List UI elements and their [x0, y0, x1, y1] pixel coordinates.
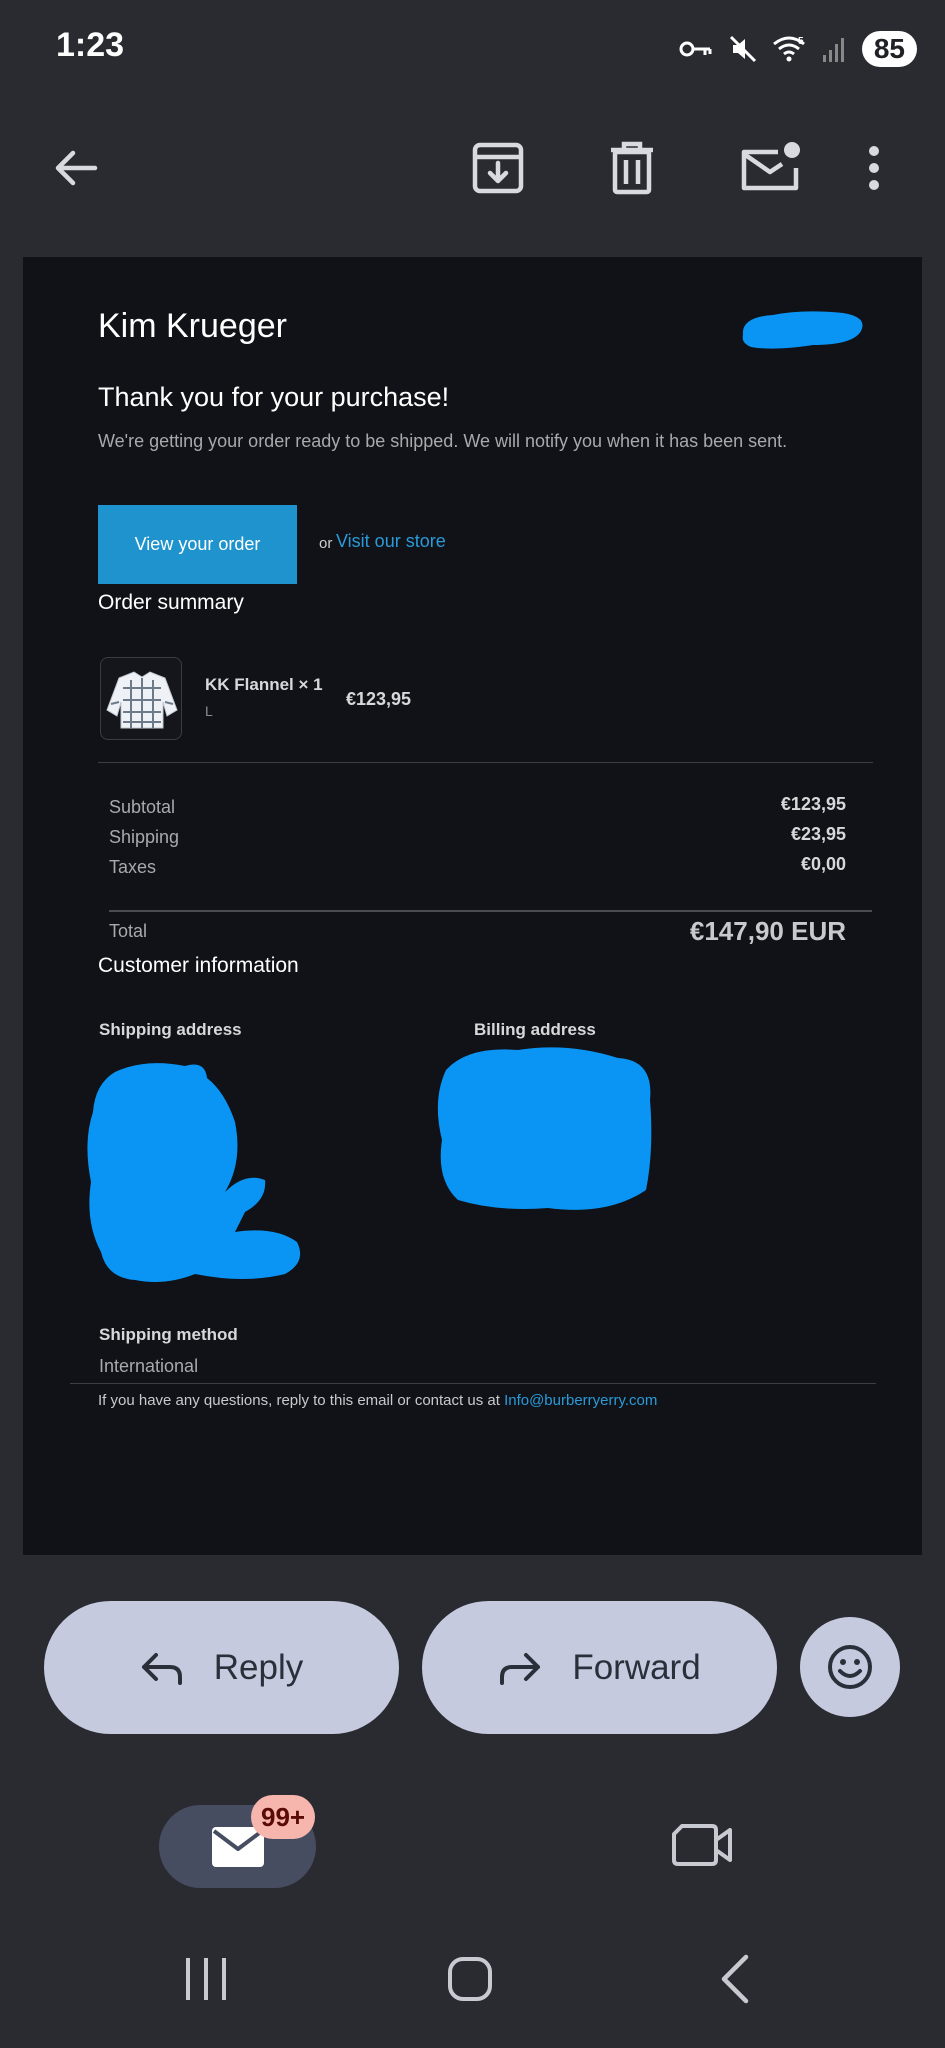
mark-unread-icon[interactable]	[735, 138, 805, 198]
more-vert-icon[interactable]	[854, 138, 894, 198]
battery-level: 85	[861, 31, 917, 67]
shipping-cost-value: €23,95	[790, 824, 846, 844]
redaction-mark	[87, 1063, 301, 1282]
billing-address-label: Billing address	[474, 1020, 596, 1039]
status-time: 1:23	[56, 26, 125, 64]
video-icon	[672, 1824, 732, 1866]
total-label: Total	[109, 921, 148, 941]
divider	[70, 1383, 876, 1384]
reply-icon	[141, 1652, 182, 1685]
bottom-navigation: 99+	[0, 1780, 945, 1920]
customer-info-title: Customer information	[98, 954, 299, 977]
home-icon[interactable]	[447, 1956, 493, 2002]
order-summary-title: Order summary	[98, 591, 244, 614]
vpn-key-icon	[679, 41, 712, 57]
total-value: €147,90 EUR	[689, 916, 846, 946]
shipping-address-label: Shipping address	[99, 1020, 242, 1039]
emoji-icon	[828, 1645, 872, 1689]
thanks-title: Thank you for your purchase!	[98, 382, 450, 412]
reply-label: Reply	[213, 1647, 304, 1687]
thanks-subtitle: We're getting your order ready to be shi…	[98, 431, 788, 451]
footer-text: If you have any questions, reply to this…	[98, 1392, 657, 1409]
product-price: €123,95	[346, 689, 412, 709]
status-icons: 5 85	[678, 28, 917, 70]
shipping-method-label: Shipping method	[99, 1325, 238, 1344]
taxes-label: Taxes	[109, 857, 157, 877]
divider	[109, 910, 872, 912]
product-variant: L	[205, 703, 213, 719]
redaction-mark	[437, 1047, 652, 1210]
or-text: or	[319, 535, 333, 552]
svg-text:5: 5	[798, 36, 804, 47]
video-nav-tab[interactable]	[672, 1820, 742, 1880]
email-toolbar	[0, 120, 945, 210]
archive-icon[interactable]	[468, 138, 528, 198]
unread-badge: 99+	[251, 1795, 316, 1839]
view-order-button[interactable]: View your order	[98, 505, 297, 584]
visit-store-link[interactable]: Visit our store	[336, 531, 446, 552]
redaction-mark	[742, 311, 863, 349]
product-image	[100, 657, 182, 740]
divider	[98, 762, 873, 763]
email-body: Kim Krueger Thank you for your purchase!…	[23, 257, 922, 1555]
emoji-button[interactable]	[800, 1617, 900, 1717]
taxes-value: €0,00	[800, 854, 846, 874]
wifi-icon: 5	[772, 36, 805, 62]
status-bar: 1:23 5 85	[0, 0, 945, 100]
forward-button[interactable]: Forward	[422, 1601, 777, 1734]
forward-icon	[500, 1652, 541, 1685]
forward-label: Forward	[572, 1647, 701, 1687]
system-navigation	[0, 1920, 945, 2048]
product-name: KK Flannel × 1	[205, 675, 323, 694]
back-arrow-icon[interactable]	[46, 138, 106, 198]
subtotal-label: Subtotal	[109, 797, 176, 817]
recents-icon[interactable]	[183, 1956, 229, 2002]
shipping-cost-label: Shipping	[109, 827, 180, 847]
shipping-method-value: International	[99, 1356, 199, 1376]
back-chevron-icon[interactable]	[718, 1954, 752, 2004]
footer-message: If you have any questions, reply to this…	[98, 1392, 505, 1409]
reply-button[interactable]: Reply	[44, 1601, 399, 1734]
subtotal-value: €123,95	[780, 794, 846, 814]
signal-icon	[822, 38, 844, 62]
footer-email-link[interactable]: Info@burberryerry.com	[504, 1392, 657, 1409]
sender-name: Kim Krueger	[98, 307, 287, 345]
mute-icon	[729, 35, 756, 63]
trash-icon[interactable]	[602, 138, 662, 198]
